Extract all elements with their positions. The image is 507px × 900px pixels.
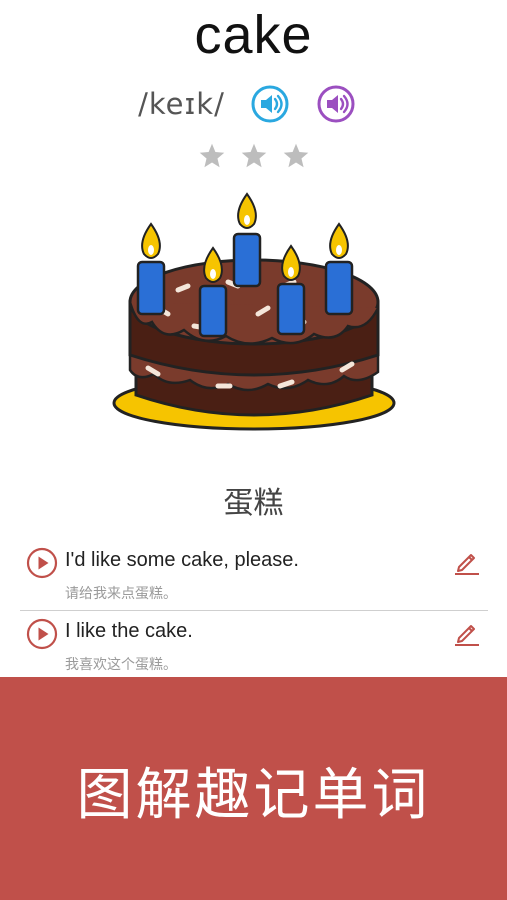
- speaker-purple-icon[interactable]: [316, 84, 356, 124]
- word-title: cake: [194, 5, 313, 65]
- banner-slogan: 图解趣记单词: [76, 763, 431, 828]
- rating-stars[interactable]: [0, 142, 507, 178]
- example-sentence: I like the cake. 我喜欢这个蛋糕。: [20, 611, 488, 681]
- phonetic-text: /keɪk/: [138, 87, 225, 121]
- promo-banner: 图解趣记单词: [0, 677, 507, 900]
- star-icon[interactable]: [198, 142, 226, 170]
- cake-illustration: [112, 192, 396, 431]
- example-chinese: 我喜欢这个蛋糕。: [65, 657, 177, 673]
- star-icon[interactable]: [240, 142, 268, 170]
- pronunciation-row: /keɪk/: [0, 82, 507, 126]
- star-icon[interactable]: [282, 142, 310, 170]
- speaker-blue-icon[interactable]: [250, 84, 290, 124]
- translation-text: 蛋糕: [223, 486, 284, 521]
- example-english: I like the cake.: [65, 620, 193, 642]
- example-chinese: 请给我来点蛋糕。: [65, 586, 177, 602]
- pencil-icon[interactable]: [452, 546, 482, 576]
- example-english: I'd like some cake, please.: [65, 549, 299, 571]
- pencil-icon[interactable]: [452, 617, 482, 647]
- play-icon[interactable]: [26, 547, 58, 579]
- play-icon[interactable]: [26, 618, 58, 650]
- example-sentence: I'd like some cake, please. 请给我来点蛋糕。: [20, 540, 488, 611]
